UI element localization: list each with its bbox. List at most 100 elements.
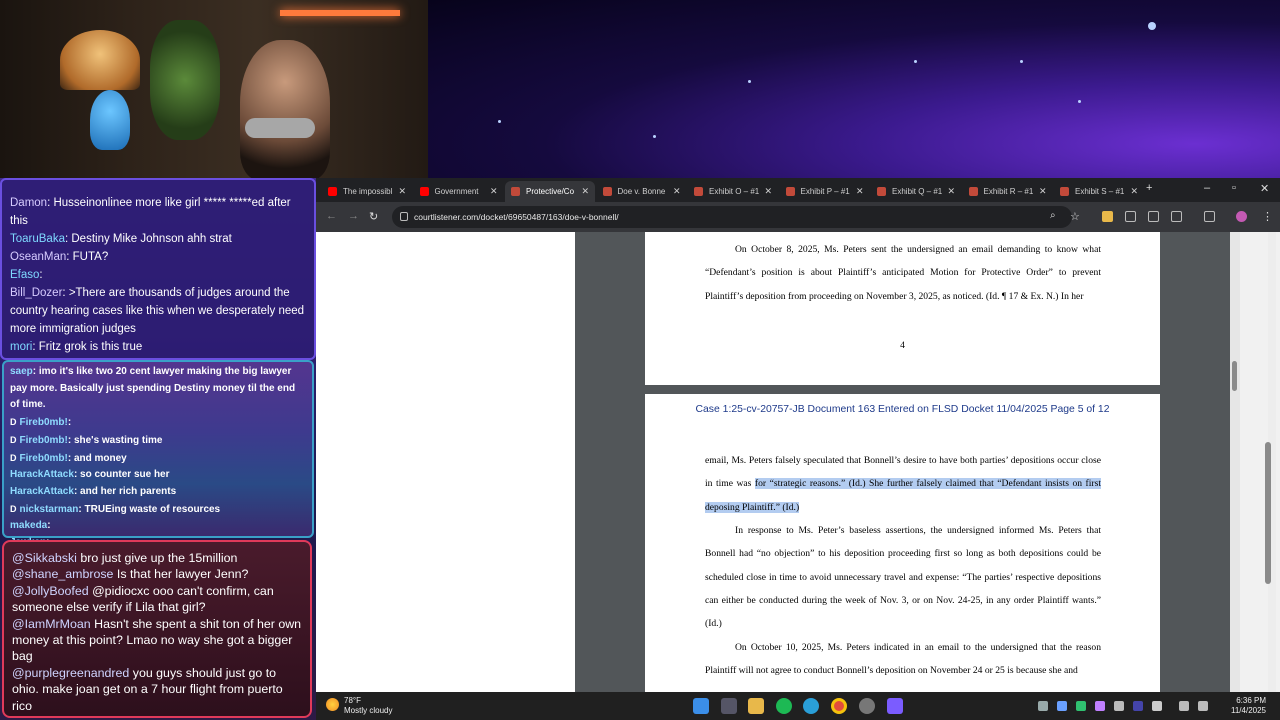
close-tab-icon[interactable]: ✕ (1039, 186, 1047, 197)
chat-username: Damon (10, 197, 48, 209)
sidebar-icon[interactable] (1204, 211, 1215, 222)
browser-tab[interactable]: The impossibl ✕ (322, 181, 412, 202)
tray-app-icon[interactable] (1076, 701, 1086, 711)
pdf-viewer[interactable]: On October 8, 2025, Ms. Peters sent the … (316, 232, 1230, 692)
weather-temp: 78°F (344, 696, 361, 705)
close-tab-icon[interactable]: ✕ (490, 186, 498, 197)
spotify-icon[interactable] (776, 698, 792, 714)
chat-text: TRUEing waste of resources (84, 503, 221, 515)
bookmark-star-icon[interactable]: ☆ (1070, 210, 1080, 223)
browser-tab[interactable]: Doe v. Bonne ✕ (597, 181, 687, 202)
pdf-scrollbar[interactable] (1230, 232, 1240, 692)
pdf-page-4: On October 8, 2025, Ms. Peters sent the … (645, 232, 1160, 385)
puzzle-icon[interactable] (1171, 211, 1182, 222)
tray-app-icon[interactable] (1095, 701, 1105, 711)
close-tab-icon[interactable]: ✕ (1130, 186, 1138, 197)
app-icon[interactable] (887, 698, 903, 714)
page-scroll-thumb[interactable] (1265, 442, 1271, 584)
system-clock[interactable]: 6:36 PM 11/4/2025 (1231, 696, 1266, 716)
site-info-icon[interactable] (400, 212, 408, 221)
chat-badge: D (10, 452, 17, 463)
tray-app-icon[interactable] (1114, 701, 1124, 711)
task-view-icon[interactable] (721, 698, 737, 714)
figurine-decoration (90, 90, 130, 150)
close-window-icon[interactable]: ✕ (1260, 182, 1269, 195)
page-scrollbar[interactable] (1265, 232, 1276, 692)
tray-app-icon[interactable] (1133, 701, 1143, 711)
weather-sun-icon (326, 698, 339, 711)
new-tab-button[interactable]: + (1146, 182, 1152, 194)
start-icon[interactable] (693, 698, 709, 714)
tab-title: Government (434, 187, 479, 196)
youtube-icon (419, 187, 429, 196)
chat-message: OseanMan: FUTA? (10, 248, 308, 266)
courtlistener-icon (968, 187, 978, 196)
weather-condition: Mostly cloudy (344, 706, 393, 715)
chat-username: @JollyBoofed (12, 583, 89, 598)
tray-app-icon[interactable] (1057, 701, 1067, 711)
close-tab-icon[interactable]: ✕ (398, 186, 406, 197)
browser-tab[interactable]: Protective/Co ✕ (505, 181, 595, 202)
wifi-icon[interactable] (1179, 701, 1189, 711)
address-bar-row: ← → ↻ courtlistener.com/docket/69650487/… (316, 202, 1280, 232)
extension-icon[interactable] (1148, 211, 1159, 222)
close-tab-icon[interactable]: ✕ (673, 186, 681, 197)
close-tab-icon[interactable]: ✕ (856, 186, 864, 197)
chat-message: mori: Fritz grok is this true (10, 338, 308, 356)
reload-icon[interactable]: ↻ (369, 210, 378, 223)
maximize-icon[interactable]: ▫ (1232, 182, 1236, 194)
profile-avatar-icon[interactable] (1236, 211, 1247, 222)
trash-icon[interactable] (1125, 211, 1136, 222)
space-background (428, 0, 1280, 180)
menu-dots-icon[interactable]: ⋮ (1262, 210, 1273, 223)
chat-panel-primary: Damon: Husseinonlinee more like girl ***… (0, 178, 316, 360)
settings-icon[interactable] (859, 698, 875, 714)
clock-date: 11/4/2025 (1231, 706, 1266, 715)
scrollbar-area (1230, 232, 1280, 692)
tab-title: Protective/Co (526, 187, 575, 196)
file-explorer-icon[interactable] (748, 698, 764, 714)
page-number: 4 (900, 340, 905, 351)
browser-tab[interactable]: Exhibit S – #1 ✕ (1054, 181, 1144, 202)
back-icon[interactable]: ← (326, 210, 337, 222)
minimize-icon[interactable]: – (1204, 182, 1210, 194)
zoom-icon[interactable]: ⌕ (1050, 210, 1056, 221)
url-bar[interactable]: courtlistener.com/docket/69650487/163/do… (392, 206, 1072, 228)
browser-tab[interactable]: Exhibit Q – #1 ✕ (871, 181, 961, 202)
chat-text: bro just give up the 15million (80, 551, 238, 565)
courtlistener-icon (602, 187, 612, 196)
volume-icon[interactable] (1198, 701, 1208, 711)
folder-icon[interactable] (1102, 211, 1113, 222)
chat-username: HarackAttack (10, 485, 74, 497)
browser-tab[interactable]: Government ✕ (414, 181, 504, 202)
chat-text: imo it's like two 20 cent lawyer making … (10, 366, 296, 411)
close-tab-icon[interactable]: ✕ (581, 186, 589, 197)
chat-username: Fireb0mb! (19, 417, 68, 429)
chat-badge: D (10, 503, 17, 514)
page5-paragraph-2: In response to Ms. Peter’s baseless asse… (705, 525, 1101, 630)
browser-tab[interactable]: Exhibit P – #1 ✕ (780, 181, 870, 202)
chat-username: @Sikkabski (12, 551, 77, 565)
close-tab-icon[interactable]: ✕ (947, 186, 955, 197)
browser-tab[interactable]: Exhibit O – #1 ✕ (688, 181, 778, 202)
page5-paragraph-3: On October 10, 2025, Ms. Peters indicate… (705, 642, 1101, 677)
pdf-scroll-thumb[interactable] (1232, 361, 1237, 391)
forward-icon[interactable]: → (348, 210, 359, 222)
courtlistener-icon (785, 187, 795, 196)
star (498, 120, 501, 123)
close-tab-icon[interactable]: ✕ (764, 186, 772, 197)
browser-tab[interactable]: Exhibit R – #1 ✕ (963, 181, 1053, 202)
chat-message: Efaso: (10, 266, 308, 284)
tray-app-icon[interactable] (1152, 701, 1162, 711)
courtlistener-icon (1060, 187, 1069, 196)
tab-title: The impossibl (343, 187, 393, 196)
edge-icon[interactable] (803, 698, 819, 714)
chrome-icon[interactable] (831, 698, 847, 714)
star (914, 60, 917, 63)
highlighted-text[interactable]: for “strategic reasons.” (Id.) She furth… (705, 478, 1101, 513)
chat-message: saep: imo it's like two 20 cent lawyer m… (10, 364, 306, 414)
weather-widget[interactable]: 78°F Mostly cloudy (326, 696, 392, 716)
tray-chevron-icon[interactable] (1038, 701, 1048, 711)
tab-title: Doe v. Bonne (617, 187, 666, 196)
tab-title: Exhibit P – #1 (800, 187, 850, 196)
